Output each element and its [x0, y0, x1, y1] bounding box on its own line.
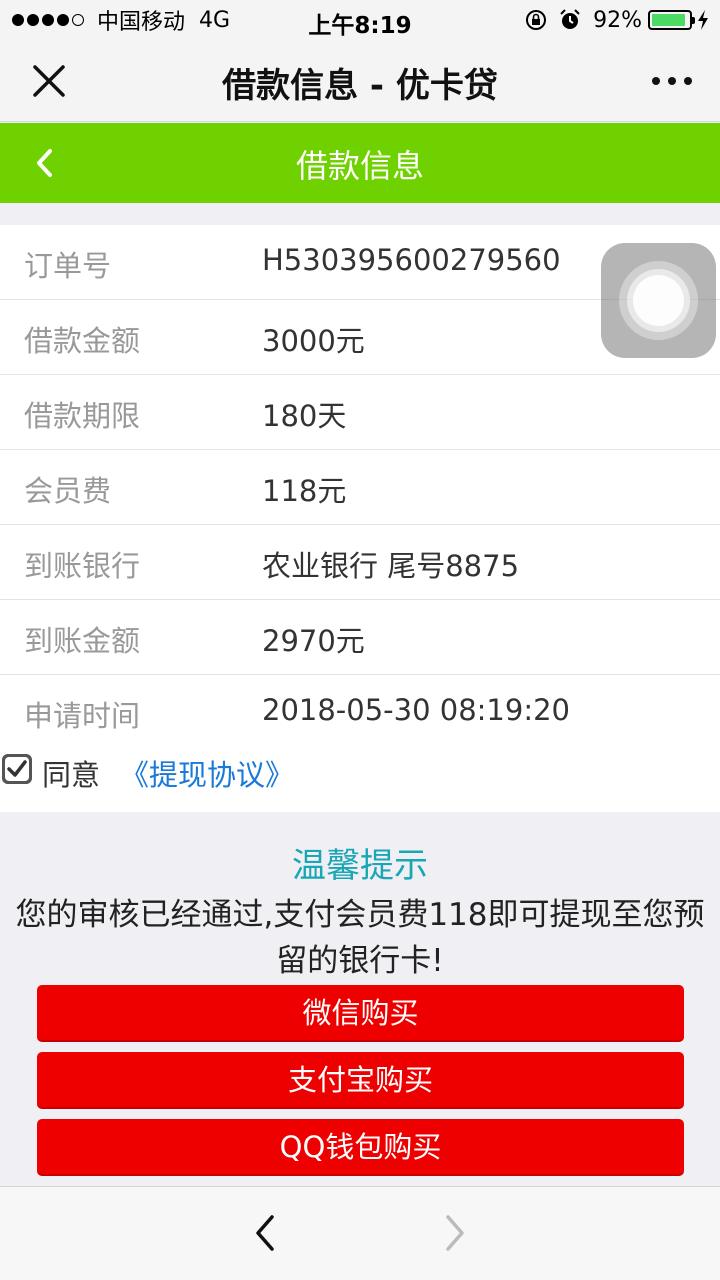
chevron-left-icon[interactable]	[250, 1213, 280, 1253]
row-label: 申请时间	[24, 699, 141, 733]
row-value: H530395600279560	[262, 243, 561, 277]
chevron-right-icon[interactable]	[440, 1213, 470, 1253]
more-icon[interactable]	[652, 66, 692, 96]
alarm-icon	[560, 9, 580, 29]
list-item: 会员费 118元	[0, 450, 720, 525]
row-value: 118元	[262, 474, 347, 508]
list-item: 到账金额 2970元	[0, 600, 720, 675]
list-item: 借款期限 180天	[0, 375, 720, 450]
charging-bolt-icon	[698, 10, 708, 30]
bottom-nav-bar	[0, 1186, 720, 1280]
tip-text: 您的审核已经通过,支付会员费118即可提现至您预留的银行卡!	[15, 897, 705, 979]
row-value: 2018-05-30 08:19:20	[262, 693, 570, 727]
status-bar: 中国移动 4G 上午8:19 92%	[0, 0, 720, 40]
battery-percent: 92%	[593, 7, 642, 33]
row-value: 2970元	[262, 624, 365, 658]
close-icon[interactable]	[30, 62, 68, 100]
status-right: 92%	[525, 6, 710, 34]
row-label: 借款期限	[24, 399, 141, 433]
list-item: 到账银行 农业银行 尾号8875	[0, 525, 720, 600]
header-title: 借款信息	[295, 147, 424, 185]
row-value: 农业银行 尾号8875	[262, 549, 520, 583]
row-label: 到账金额	[24, 624, 141, 658]
agreement-row: 同意 《提现协议》	[0, 736, 720, 812]
assistive-touch-button[interactable]	[601, 243, 716, 358]
battery-icon	[648, 10, 695, 30]
row-label: 到账银行	[24, 549, 141, 583]
alipay-button[interactable]: 支付宝购买	[37, 1052, 684, 1109]
chevron-left-icon[interactable]	[30, 145, 60, 181]
battery-level	[652, 14, 686, 26]
tip-title: 温馨提示	[292, 846, 428, 886]
browser-title-bar: 借款信息 - 优卡贷	[0, 40, 720, 122]
row-value: 180天	[262, 399, 347, 433]
page-title: 借款信息 - 优卡贷	[222, 66, 498, 106]
wechat-pay-button[interactable]: 微信购买	[37, 985, 684, 1042]
agree-checkbox[interactable]	[2, 754, 32, 784]
agree-label: 同意	[42, 758, 101, 792]
orientation-lock-icon	[526, 10, 547, 30]
qq-wallet-button[interactable]: QQ钱包购买	[37, 1119, 684, 1176]
agreement-link[interactable]: 《提现协议》	[120, 752, 294, 794]
row-label: 会员费	[24, 474, 112, 508]
row-value: 3000元	[262, 324, 365, 358]
app-header: 借款信息	[0, 123, 720, 203]
row-label: 订单号	[24, 249, 112, 283]
row-label: 借款金额	[24, 324, 141, 358]
